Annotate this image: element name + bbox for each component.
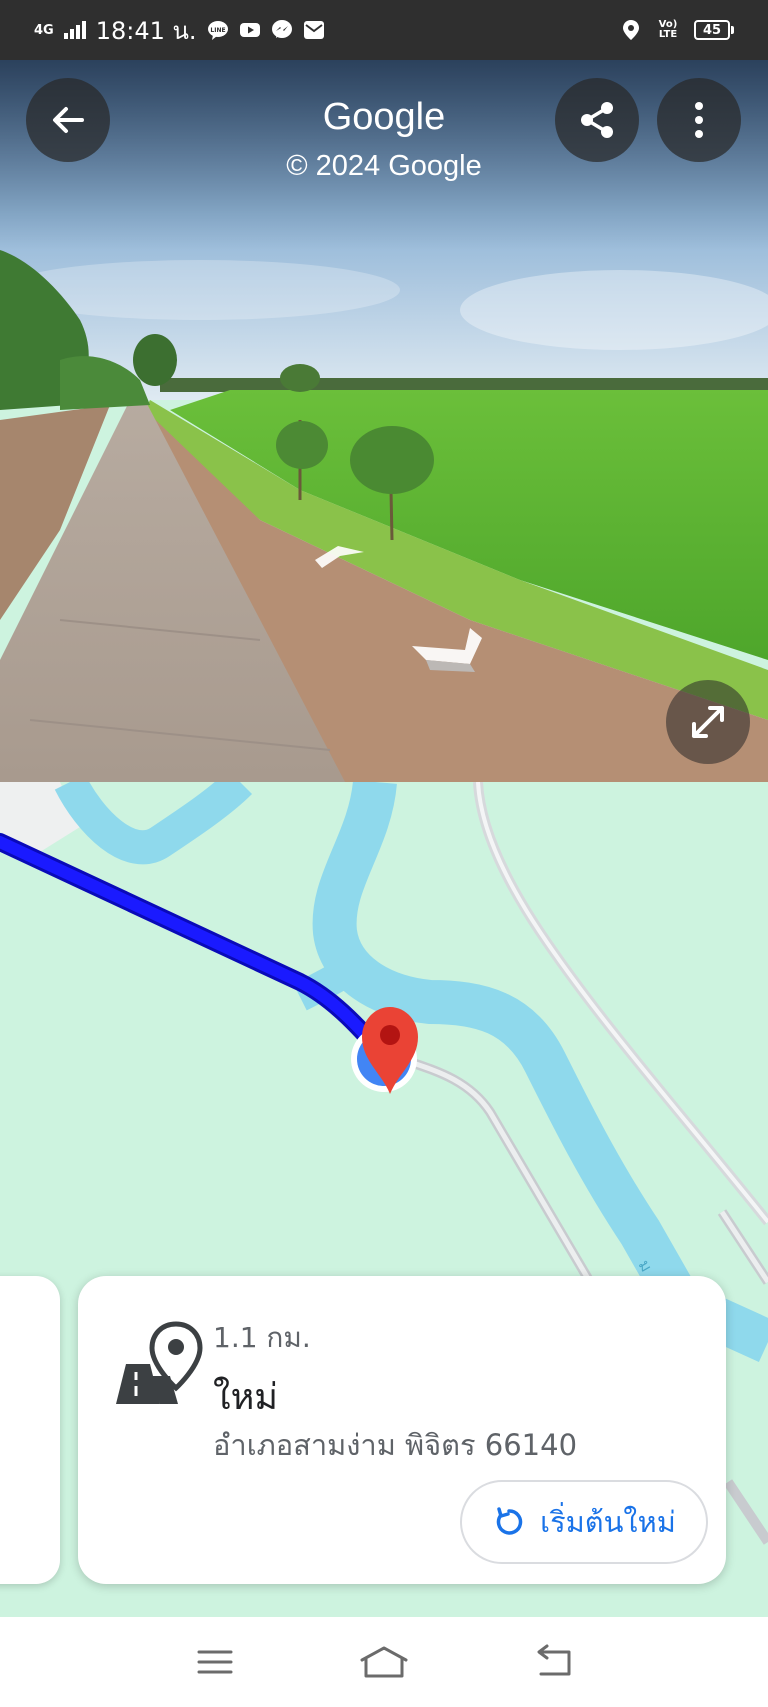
place-address: อำเภอสามง่าม พิจิตร 66140 xyxy=(213,1428,578,1462)
place-road-pin-icon xyxy=(116,1321,203,1404)
street-view-panorama[interactable]: Google © 2024 Google xyxy=(0,60,768,782)
expand-icon xyxy=(692,706,724,738)
more-options-button[interactable] xyxy=(657,78,741,162)
place-card[interactable]: 1.1 กม. ใหม่ อำเภอสามง่าม พิจิตร 66140 เ… xyxy=(78,1276,726,1584)
line-app-icon: LINE xyxy=(207,21,228,40)
arrow-back-icon xyxy=(53,107,84,133)
menu-icon xyxy=(197,1650,233,1674)
back-nav-button[interactable] xyxy=(523,1637,583,1687)
signal-icon xyxy=(63,21,86,39)
system-nav-bar xyxy=(0,1617,768,1707)
network-type: 4G xyxy=(34,22,54,38)
mail-icon xyxy=(303,21,324,39)
place-name: ใหม่ xyxy=(213,1377,279,1418)
back-nav-icon xyxy=(537,1644,571,1676)
status-right: Vo) LTE 45 xyxy=(620,19,734,41)
street-view-copyright: © 2024 Google xyxy=(286,150,482,182)
svg-text:LINE: LINE xyxy=(210,27,225,34)
volte-indicator: Vo) LTE xyxy=(658,19,678,40)
battery-level: 45 xyxy=(694,20,730,40)
app-root: 4G 18:41 น. LINE Vo) LTE 45 Google © 202… xyxy=(0,0,768,1707)
more-vert-icon xyxy=(695,102,703,138)
home-button[interactable] xyxy=(354,1637,414,1687)
previous-place-card[interactable] xyxy=(0,1276,60,1584)
battery-icon: 45 xyxy=(694,20,734,40)
messenger-icon xyxy=(271,20,292,38)
restart-label: เริ่มต้นใหม่ xyxy=(540,1505,676,1539)
share-button[interactable] xyxy=(555,78,639,162)
restart-icon xyxy=(496,1507,523,1535)
place-distance: 1.1 กม. xyxy=(213,1321,311,1354)
youtube-icon xyxy=(239,23,260,37)
restart-button[interactable]: เริ่มต้นใหม่ xyxy=(460,1480,708,1564)
home-icon xyxy=(360,1646,408,1678)
share-icon xyxy=(581,102,613,138)
street-view-title: Google xyxy=(322,96,446,138)
fullscreen-button[interactable] xyxy=(666,680,750,764)
status-bar: 4G 18:41 น. LINE Vo) LTE 45 xyxy=(0,0,768,60)
back-button[interactable] xyxy=(26,78,110,162)
location-icon xyxy=(623,20,639,40)
recent-apps-button[interactable] xyxy=(185,1637,245,1687)
clock: 18:41 น. xyxy=(95,16,197,45)
status-left: 4G 18:41 น. LINE xyxy=(34,11,325,50)
